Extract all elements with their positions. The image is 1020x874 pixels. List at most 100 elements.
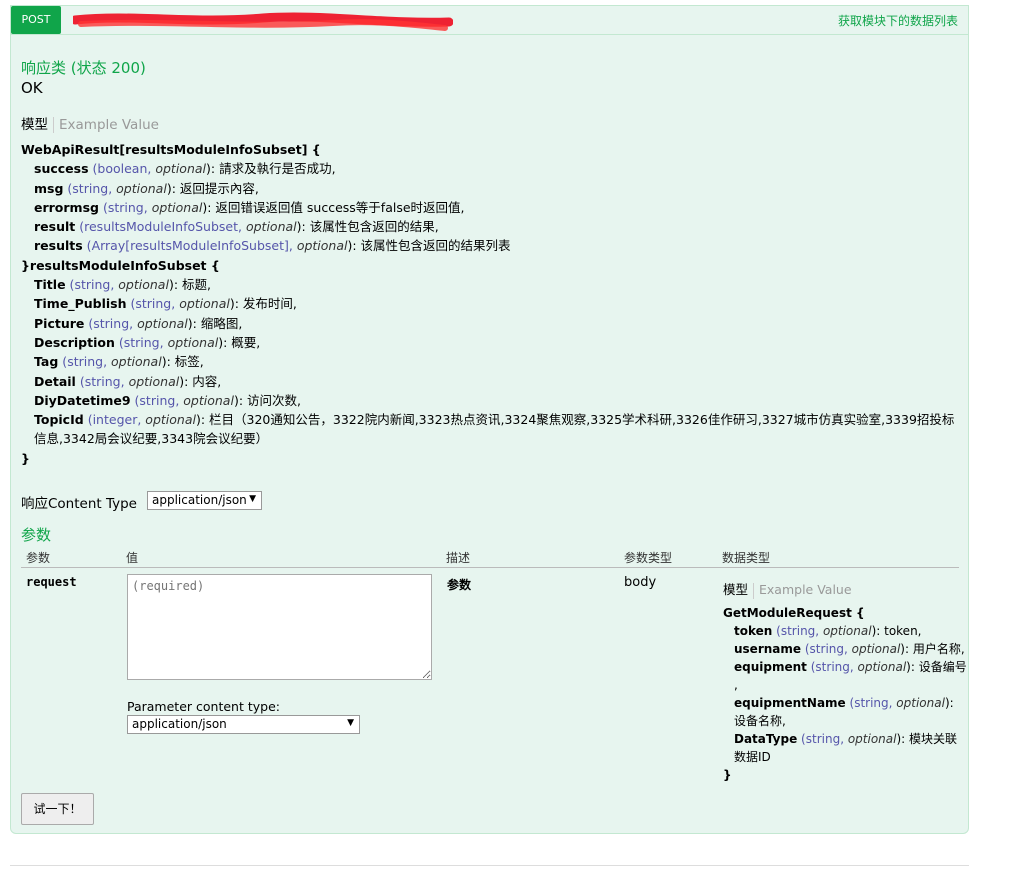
model-field: Time_Publish (string, optional): 发布时间,: [21, 294, 956, 313]
field-optional: optional: [857, 660, 907, 674]
field-name: msg: [34, 180, 64, 196]
field-type-name: string: [84, 373, 121, 389]
model-field: Detail (string, optional): 内容,: [21, 372, 956, 391]
response-content-type-select[interactable]: application/json ▼: [147, 491, 262, 510]
model-field: TopicId (integer, optional): 栏目（320通知公告，…: [21, 410, 956, 429]
column-header: 参数类型: [624, 551, 673, 565]
model-field: Tag (string, optional): 标签,: [21, 352, 956, 371]
model-class-name: GetModuleRequest {: [723, 606, 865, 620]
field-type: (string, optional: [849, 696, 945, 710]
model-field: equipment (string, optional): 设备编号: [723, 658, 967, 676]
field-desc-continuation: 设备名称,: [734, 714, 786, 728]
field-type-name: string: [139, 392, 176, 408]
field-name: token: [734, 624, 773, 638]
field-optional: optional: [137, 315, 188, 331]
operation-heading[interactable]: POST 获取模块下的数据列表: [11, 6, 968, 35]
operation-summary[interactable]: 获取模块下的数据列表: [838, 12, 958, 29]
field-desc: ): 设备编号: [906, 660, 967, 674]
field-desc: ): 该属性包含返回的结果列表: [347, 238, 511, 254]
field-desc: ): 标题,: [168, 277, 211, 293]
field-desc: ): 该属性包含返回的结果,: [296, 219, 439, 235]
field-desc: ): 模块关联: [896, 732, 958, 746]
field-optional: optional: [151, 199, 203, 215]
field-type: (string, optional: [776, 624, 872, 638]
field-type: (string, optional: [134, 392, 234, 408]
chevron-down-icon: ▼: [347, 718, 354, 728]
field-optional: optional: [822, 624, 872, 638]
field-type: (string, optional: [67, 180, 167, 196]
field-type: (string, optional: [801, 732, 897, 746]
field-desc: ): 内容,: [179, 373, 222, 389]
select-value: application/json: [132, 717, 227, 731]
field-optional: optional: [896, 696, 945, 710]
field-type: (string, optional: [102, 199, 203, 215]
column-header: 描述: [446, 551, 471, 565]
field-optional: optional: [167, 334, 219, 350]
field-desc: ): token,: [871, 624, 922, 638]
model-field: equipmentName (string, optional):: [723, 694, 958, 712]
field-desc: ): 标签,: [161, 354, 204, 370]
field-optional: optional: [116, 180, 167, 196]
param-content-type-select[interactable]: application/json ▼: [127, 715, 360, 734]
request-body-input[interactable]: [127, 574, 432, 680]
field-type: (string, optional: [810, 660, 907, 674]
field-desc: ): 缩略图,: [187, 315, 243, 331]
param-type: body: [624, 575, 657, 590]
operation-panel: POST 获取模块下的数据列表 响应类 (状态 200) OK 模型 Exampl…: [10, 5, 969, 834]
field-desc: ): 請求及執行是否成功,: [206, 161, 336, 177]
example-value-tab[interactable]: Example Value: [59, 117, 159, 133]
field-name: Detail: [34, 373, 76, 389]
topic-desc-continuation: 信息,3342局会议纪要,3343院会议纪要）: [34, 431, 269, 447]
model-field: Picture (string, optional): 缩略图,: [21, 314, 956, 333]
model-field: msg (string, optional): 返回提示內容,: [21, 179, 956, 198]
field-name: Title: [34, 277, 66, 293]
field-desc: ): 栏目（320通知公告，3322院内新闻,3323热点资讯,3324聚焦观察…: [195, 412, 955, 428]
field-name: DiyDatetime9: [34, 392, 131, 408]
field-name: DataType: [734, 732, 798, 746]
field-name: results: [34, 238, 83, 254]
model-tab[interactable]: 模型: [21, 117, 48, 133]
equipment-desc-continuation: ,: [734, 678, 738, 692]
field-desc: ): 发布时间,: [229, 296, 297, 312]
field-name: success: [34, 161, 89, 177]
field-type: (string, optional: [804, 642, 901, 656]
model-close-brace: }: [723, 768, 732, 782]
divider: [10, 865, 969, 866]
field-type-name: string: [72, 180, 109, 196]
field-name: equipmentName: [734, 696, 846, 710]
field-type-name: Array[resultsModuleInfoSubset]: [91, 238, 289, 254]
field-desc: ):: [944, 696, 954, 710]
field-name: errormsg: [34, 199, 99, 215]
model-field: result (resultsModuleInfoSubset, optiona…: [21, 217, 956, 236]
field-desc: ): 访问次数,: [233, 392, 301, 408]
example-value-tab[interactable]: Example Value: [759, 582, 852, 597]
field-optional: optional: [155, 161, 207, 177]
response-class-heading: 响应类 (状态 200): [21, 59, 146, 77]
try-it-out-button[interactable]: 试一下！: [21, 793, 94, 825]
field-desc-continuation: 数据ID: [734, 750, 771, 764]
model-tab[interactable]: 模型: [723, 582, 748, 597]
response-model-signature: WebApiResult[resultsModuleInfoSubset] { …: [21, 140, 956, 468]
param-content-type-label: Parameter content type:: [127, 699, 280, 714]
field-type: (string, optional: [69, 277, 169, 293]
chevron-down-icon: ▼: [249, 494, 256, 504]
model-field: DataType (string, optional): 模块关联: [723, 730, 958, 748]
field-name: username: [734, 642, 802, 656]
select-value: application/json: [152, 493, 247, 507]
field-type-name: string: [74, 277, 111, 293]
field-type-name: string: [135, 296, 172, 312]
http-method-badge[interactable]: POST: [11, 6, 61, 34]
field-name: Tag: [34, 354, 59, 370]
model-field: DiyDatetime9 (string, optional): 访问次数,: [21, 391, 956, 410]
field-name: Time_Publish: [34, 296, 127, 312]
model-field: username (string, optional): 用户名称,: [723, 640, 965, 658]
field-optional: optional: [851, 642, 901, 656]
column-header: 参数: [26, 551, 51, 565]
field-name: equipment: [734, 660, 807, 674]
field-type: (string, optional: [79, 373, 180, 389]
model-field: Description (string, optional): 概要,: [21, 333, 956, 352]
model-field: token (string, optional): token,: [723, 622, 958, 640]
field-name: TopicId: [34, 412, 84, 428]
field-optional: optional: [118, 277, 169, 293]
model-class-name: }resultsModuleInfoSubset {: [21, 257, 220, 273]
